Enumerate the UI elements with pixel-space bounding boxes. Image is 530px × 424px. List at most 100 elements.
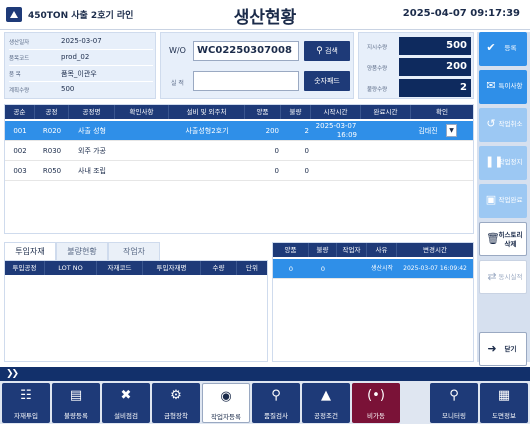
search-button[interactable]: ⚲ 검색 — [304, 41, 350, 61]
col-header: 확인사항 — [115, 105, 169, 119]
detail-tabs: 투입자재 불량현황 작업자 투입공정 LOT NO 자재코드 투입자재명 수량 … — [4, 242, 268, 362]
equip-check-button[interactable]: ✖ 설비점검 — [102, 383, 150, 423]
quality-check-button[interactable]: ⚲ 품질검사 — [252, 383, 300, 423]
good-qty-value: 200 — [399, 58, 471, 76]
col-header: 자재코드 — [97, 261, 143, 275]
table-row[interactable]: 002 R030 외주 가공 0 0 — [5, 141, 473, 161]
cell-equip — [169, 141, 245, 161]
side-button-column: ✔ 등록 ✉ 특이사항 ↺ 작업취소 ❚❚ 작업정지 ▣ 작업완료 🗑 히스토리… — [477, 32, 530, 366]
sync-result-button[interactable]: ⇄ 동시실적 — [479, 260, 527, 294]
col-header: 수량 — [201, 261, 237, 275]
cell-end — [361, 121, 411, 141]
drawing-info-label: 도면정보 — [492, 412, 516, 420]
material-input-button[interactable]: ☷ 자재투입 — [2, 383, 50, 423]
cell-seq: 002 — [13, 147, 27, 155]
col-header: LOT NO — [45, 261, 97, 275]
cell-confirm — [411, 161, 445, 181]
start-date: 2025-03-07 — [315, 122, 357, 130]
table-row[interactable]: 003 R050 사내 조립 0 0 — [5, 161, 473, 181]
process-table-header: 공순 공정 공정명 확인사항 설비 및 외주처 양품 불량 시작시간 완료시간 … — [5, 105, 473, 119]
col-header: 사유 — [367, 243, 397, 257]
col-header: 양품 — [273, 243, 309, 257]
start-time: 16:09 — [336, 131, 357, 139]
info-value: 500 — [61, 85, 75, 93]
table-row[interactable]: 0 0 생산시작 2025-03-07 16:09:42 — [273, 259, 473, 279]
stop-work-button[interactable]: ❚❚ 작업정지 — [479, 146, 527, 180]
col-header: 완료시간 — [361, 105, 411, 119]
cell-worker — [337, 259, 367, 279]
downtime-button[interactable]: (•) 비가동 — [352, 383, 400, 423]
material-table-header: 투입공정 LOT NO 자재코드 투입자재명 수량 단위 — [5, 261, 267, 275]
drawing-info-button[interactable]: ▦ 도면정보 — [480, 383, 528, 423]
monitoring-button[interactable]: ⚲ 모니터링 — [430, 383, 478, 423]
wo-label: W/O — [169, 46, 186, 55]
col-header: 양품 — [245, 105, 281, 119]
material-table: 투입공정 LOT NO 자재코드 투입자재명 수량 단위 — [4, 260, 268, 362]
table-row[interactable]: 001 R020 사출 성형 사출성형2호기 200 2 2025-03-07 … — [5, 121, 473, 141]
monitoring-label: 모니터링 — [442, 412, 466, 420]
process-condition-label: 공정조건 — [314, 412, 338, 420]
cell-confirm — [411, 141, 445, 161]
equip-check-label: 설비점검 — [114, 412, 138, 420]
work-order-panel: W/O WC02250307008 ⚲ 검색 실 적 숫자패드 — [160, 32, 354, 99]
worker-register-button[interactable]: ◉ 작업자등록 — [202, 383, 250, 423]
worker-register-label: 작업자등록 — [211, 413, 241, 421]
cancel-work-button-label: 작업취소 — [498, 120, 523, 128]
info-label: 품목코드 — [9, 56, 30, 62]
downtime-label: 비가동 — [367, 412, 385, 420]
cancel-work-button[interactable]: ↺ 작업취소 — [479, 108, 527, 142]
col-header: 공순 — [5, 105, 35, 119]
tab-defect-status[interactable]: 불량현황 — [56, 242, 108, 260]
info-label: 계획수량 — [9, 88, 30, 94]
order-qty-value: 500 — [399, 37, 471, 55]
col-header: 투입공정 — [5, 261, 45, 275]
complete-work-button[interactable]: ▣ 작업완료 — [479, 184, 527, 218]
cell-code: R020 — [42, 127, 62, 135]
special-note-button-label: 특이사항 — [498, 82, 523, 90]
cell-start — [311, 141, 361, 161]
col-header: 시작시간 — [311, 105, 361, 119]
col-header: 불량 — [309, 243, 337, 257]
info-row-item-code: 품목코드 prod_02 — [9, 51, 153, 66]
wo-input[interactable]: WC02250307008 — [193, 41, 299, 61]
cell-start — [311, 161, 361, 181]
info-value: 2025-03-07 — [61, 37, 102, 45]
user-icon: ◉ — [220, 389, 232, 404]
close-button[interactable]: ➜ 닫기 — [479, 332, 527, 366]
cell-check — [115, 121, 169, 141]
actual-input[interactable] — [193, 71, 299, 91]
info-label: 품 목 — [9, 72, 21, 78]
info-row-plan-qty: 계획수량 500 — [9, 83, 153, 98]
keypad-button[interactable]: 숫자패드 — [304, 71, 350, 91]
col-header: 공정명 — [69, 105, 115, 119]
search-button-label: 검색 — [324, 47, 338, 55]
col-header: 불량 — [281, 105, 311, 119]
cell-name: 외주 가공 — [78, 147, 106, 155]
bottom-button-bar: ☷ 자재투입 ▤ 불량등록 ✖ 설비점검 ⚙ 금형장착 ◉ 작업자등록 ⚲ 품질… — [0, 381, 530, 424]
defect-register-button[interactable]: ▤ 불량등록 — [52, 383, 100, 423]
tab-material-input[interactable]: 투입자재 — [4, 242, 56, 260]
clipboard-icon: ▤ — [69, 388, 83, 403]
cell-bad: 0 — [320, 265, 326, 273]
mold-mount-button[interactable]: ⚙ 금형장착 — [152, 383, 200, 423]
datetime: 2025-04-07 09:17:39 — [402, 8, 520, 19]
special-note-button[interactable]: ✉ 특이사항 — [479, 70, 527, 104]
process-condition-button[interactable]: ▲ 공정조건 — [302, 383, 350, 423]
tab-worker[interactable]: 작업자 — [108, 242, 160, 260]
quality-check-label: 품질검사 — [264, 412, 288, 420]
col-header: 확인 — [436, 108, 448, 116]
qty-label: 불량수량 — [367, 87, 388, 93]
double-chevron-right-icon[interactable]: ❯❯ — [6, 367, 19, 381]
cell-check — [115, 141, 169, 161]
cell-good: 0 — [288, 265, 294, 273]
process-table: 공순 공정 공정명 확인사항 설비 및 외주처 양품 불량 시작시간 완료시간 … — [4, 104, 474, 234]
cell-seq: 003 — [13, 167, 27, 175]
history-delete-button[interactable]: 🗑 히스토리 삭제 — [479, 222, 527, 256]
register-button[interactable]: ✔ 등록 — [479, 32, 527, 66]
chevron-down-icon[interactable]: ▼ — [446, 124, 457, 137]
cell-good: 200 — [265, 127, 279, 135]
signal-icon: (•) — [367, 388, 385, 403]
search-icon: ⚲ — [449, 388, 459, 403]
info-row-date: 생산일자 2025-03-07 — [9, 35, 153, 50]
qty-label: 지시수량 — [367, 45, 388, 51]
